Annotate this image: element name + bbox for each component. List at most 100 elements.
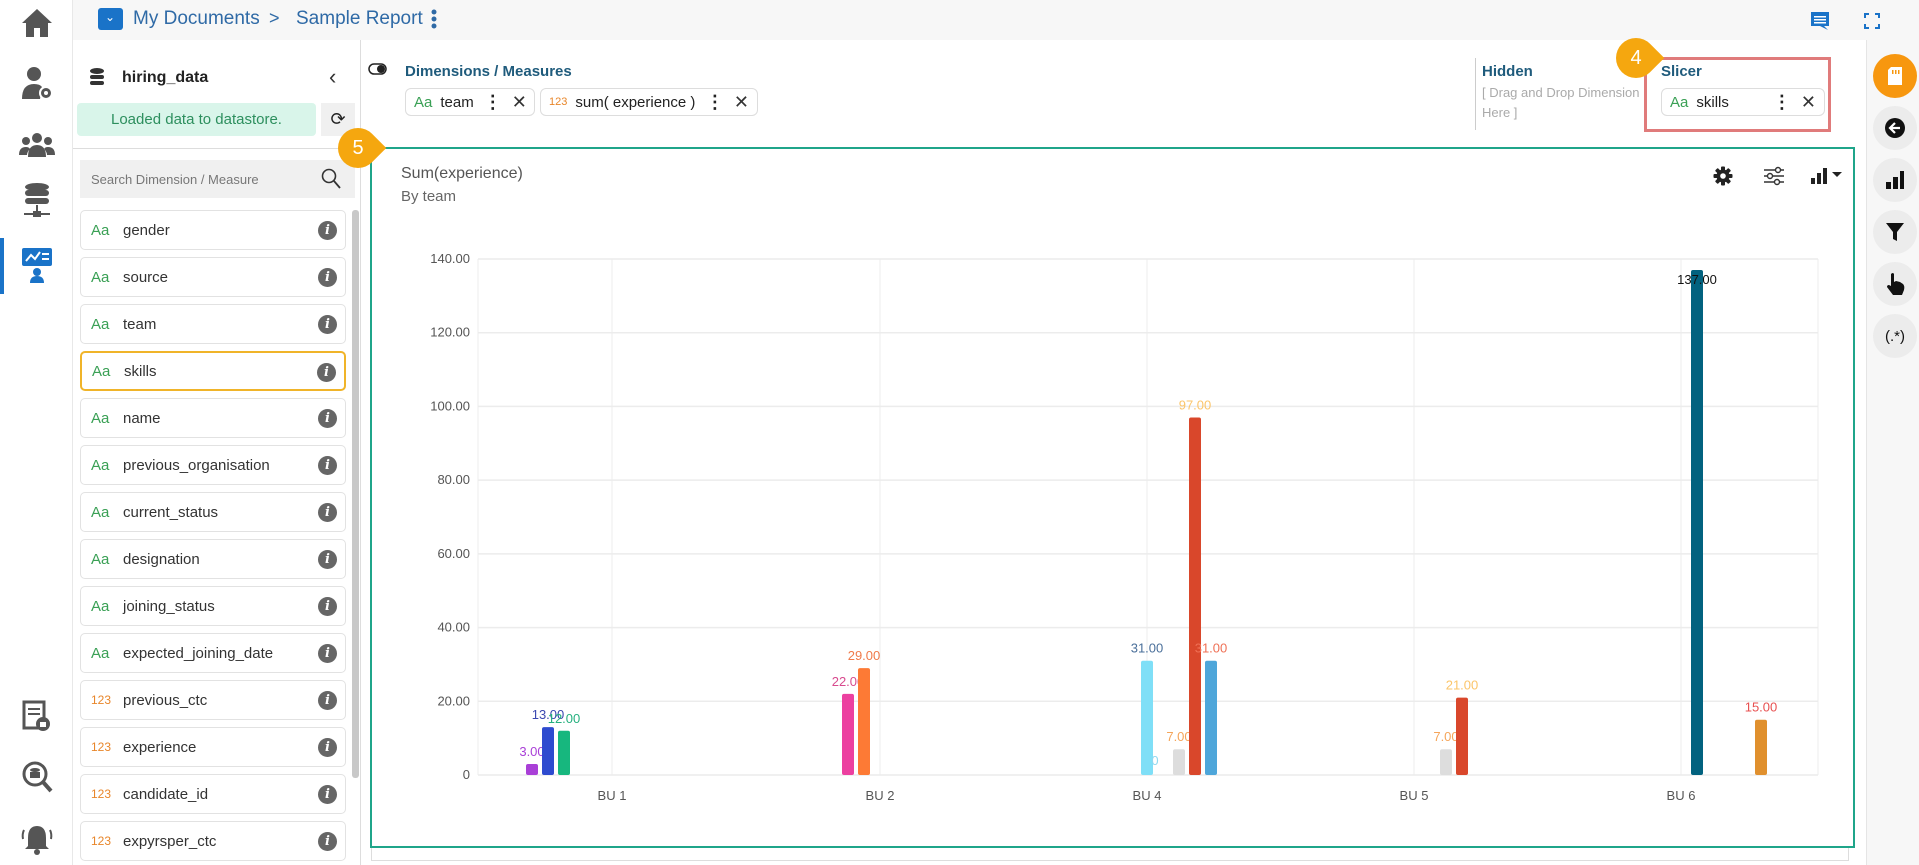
field-type-label: 123: [91, 693, 112, 707]
x-tick-label: BU 6: [1667, 788, 1696, 803]
field-item-team[interactable]: Aa team i: [80, 304, 346, 344]
field-item-skills[interactable]: Aa skills i: [80, 351, 346, 391]
user-settings-icon[interactable]: [18, 64, 56, 102]
bar[interactable]: [542, 727, 554, 775]
home-icon[interactable]: [18, 4, 56, 42]
status-message: Loaded data to datastore.: [77, 103, 316, 136]
users-group-icon[interactable]: [18, 126, 56, 164]
field-item-expyrsper-ctc[interactable]: 123 expyrsper_ctc i: [80, 821, 346, 861]
search-input[interactable]: Search Dimension / Measure: [91, 172, 259, 187]
info-icon[interactable]: i: [318, 644, 337, 663]
kebab-icon[interactable]: [431, 8, 437, 30]
toggle-icon[interactable]: [368, 62, 388, 80]
bar[interactable]: [1691, 270, 1703, 775]
field-type-label: Aa: [91, 503, 110, 521]
designer-icon[interactable]: [18, 246, 56, 284]
bar[interactable]: [558, 730, 570, 775]
info-icon[interactable]: i: [318, 456, 337, 475]
info-icon[interactable]: i: [318, 409, 337, 428]
hidden-placeholder-line-1[interactable]: [ Drag and Drop Dimension: [1482, 85, 1640, 100]
slicer-title: Slicer: [1661, 63, 1702, 80]
report-name[interactable]: Sample Report: [296, 8, 423, 30]
field-item-joining-status[interactable]: Aa joining_status i: [80, 586, 346, 626]
field-item-source[interactable]: Aa source i: [80, 257, 346, 297]
alerts-bell-icon[interactable]: [18, 820, 56, 858]
field-item-candidate-id[interactable]: 123 candidate_id i: [80, 774, 346, 814]
info-icon[interactable]: i: [318, 597, 337, 616]
bar[interactable]: [1189, 417, 1201, 775]
kebab-icon[interactable]: ⋮: [696, 93, 734, 111]
dimension-pill-sum-experience[interactable]: 123 sum( experience ) ⋮ ✕: [540, 88, 758, 116]
field-item-experience[interactable]: 123 experience i: [80, 727, 346, 767]
back-arrow-icon[interactable]: [1873, 106, 1917, 150]
folder-icon[interactable]: ⌄: [98, 8, 123, 30]
dimension-pill-team[interactable]: Aa team ⋮ ✕: [405, 88, 535, 116]
info-icon[interactable]: i: [318, 503, 337, 522]
field-type-label: Aa: [91, 268, 110, 286]
bar[interactable]: [842, 693, 854, 775]
bar[interactable]: [1456, 697, 1468, 775]
kebab-icon[interactable]: ⋮: [474, 93, 512, 111]
filter-icon[interactable]: [1873, 210, 1917, 254]
slicer-pill-skills[interactable]: Aa skills ⋮ ✕: [1661, 88, 1825, 116]
field-type-label: Aa: [91, 597, 110, 615]
info-icon[interactable]: i: [318, 550, 337, 569]
data-label: 21.00: [1446, 678, 1479, 693]
report-icon[interactable]: [18, 698, 56, 736]
close-icon[interactable]: ✕: [512, 92, 527, 113]
search-field[interactable]: Search Dimension / Measure: [80, 160, 355, 198]
info-icon[interactable]: i: [318, 785, 337, 804]
field-item-gender[interactable]: Aa gender i: [80, 210, 346, 250]
bar[interactable]: [526, 763, 538, 775]
field-name: skills: [124, 362, 157, 380]
bar-chart-icon[interactable]: [1873, 158, 1917, 202]
y-tick-label: 20.00: [437, 693, 470, 708]
field-name: expyrsper_ctc: [123, 832, 217, 850]
field-item-previous-organisation[interactable]: Aa previous_organisation i: [80, 445, 346, 485]
bar[interactable]: [1440, 749, 1452, 775]
info-icon[interactable]: i: [318, 315, 337, 334]
bar[interactable]: [1205, 660, 1217, 775]
field-item-previous-ctc[interactable]: 123 previous_ctc i: [80, 680, 346, 720]
y-tick-label: 140.00: [430, 251, 470, 266]
field-name: joining_status: [123, 597, 215, 615]
sd-card-icon[interactable]: [1873, 54, 1917, 98]
field-name: candidate_id: [123, 785, 209, 803]
regex-button[interactable]: (.*): [1873, 314, 1917, 358]
field-type-label: Aa: [1670, 93, 1689, 111]
info-icon[interactable]: i: [318, 691, 337, 710]
field-list-scrollbar[interactable]: [352, 210, 359, 778]
pointer-hand-icon[interactable]: [1873, 262, 1917, 306]
callout-number: 4: [1630, 47, 1642, 69]
field-item-designation[interactable]: Aa designation i: [80, 539, 346, 579]
info-icon[interactable]: i: [318, 832, 337, 851]
field-type-label: 123: [91, 787, 112, 801]
info-icon[interactable]: i: [318, 268, 337, 287]
breadcrumb-my-documents[interactable]: My Documents: [133, 8, 260, 30]
field-name: gender: [123, 221, 170, 239]
pill-label: sum( experience ): [575, 93, 696, 111]
collapse-panel-button[interactable]: ‹: [329, 64, 336, 90]
field-panel: hiring_data ‹ Loaded data to datastore. …: [73, 40, 361, 865]
field-item-name[interactable]: Aa name i: [80, 398, 346, 438]
field-item-expected-joining-date[interactable]: Aa expected_joining_date i: [80, 633, 346, 673]
chart-widget[interactable]: Sum(experience) By team 0 20.00 40.00 60.00…: [370, 147, 1855, 848]
kebab-icon[interactable]: ⋮: [1763, 93, 1801, 111]
field-item-current-status[interactable]: Aa current_status i: [80, 492, 346, 532]
comment-icon[interactable]: [1810, 11, 1830, 36]
info-icon[interactable]: i: [317, 363, 336, 382]
field-name: team: [123, 315, 157, 333]
bar[interactable]: [1173, 749, 1185, 775]
close-icon[interactable]: ✕: [734, 92, 749, 113]
info-icon[interactable]: i: [318, 738, 337, 757]
fullscreen-icon[interactable]: [1864, 13, 1880, 34]
bar[interactable]: [1755, 719, 1767, 775]
data-search-icon[interactable]: [18, 758, 56, 796]
close-icon[interactable]: ✕: [1801, 92, 1816, 113]
info-icon[interactable]: i: [318, 221, 337, 240]
hidden-title: Hidden: [1482, 63, 1533, 80]
search-icon[interactable]: [321, 168, 341, 195]
right-tool-panel: (.*): [1866, 40, 1919, 865]
database-network-icon[interactable]: [18, 182, 56, 220]
bar[interactable]: [858, 668, 870, 775]
